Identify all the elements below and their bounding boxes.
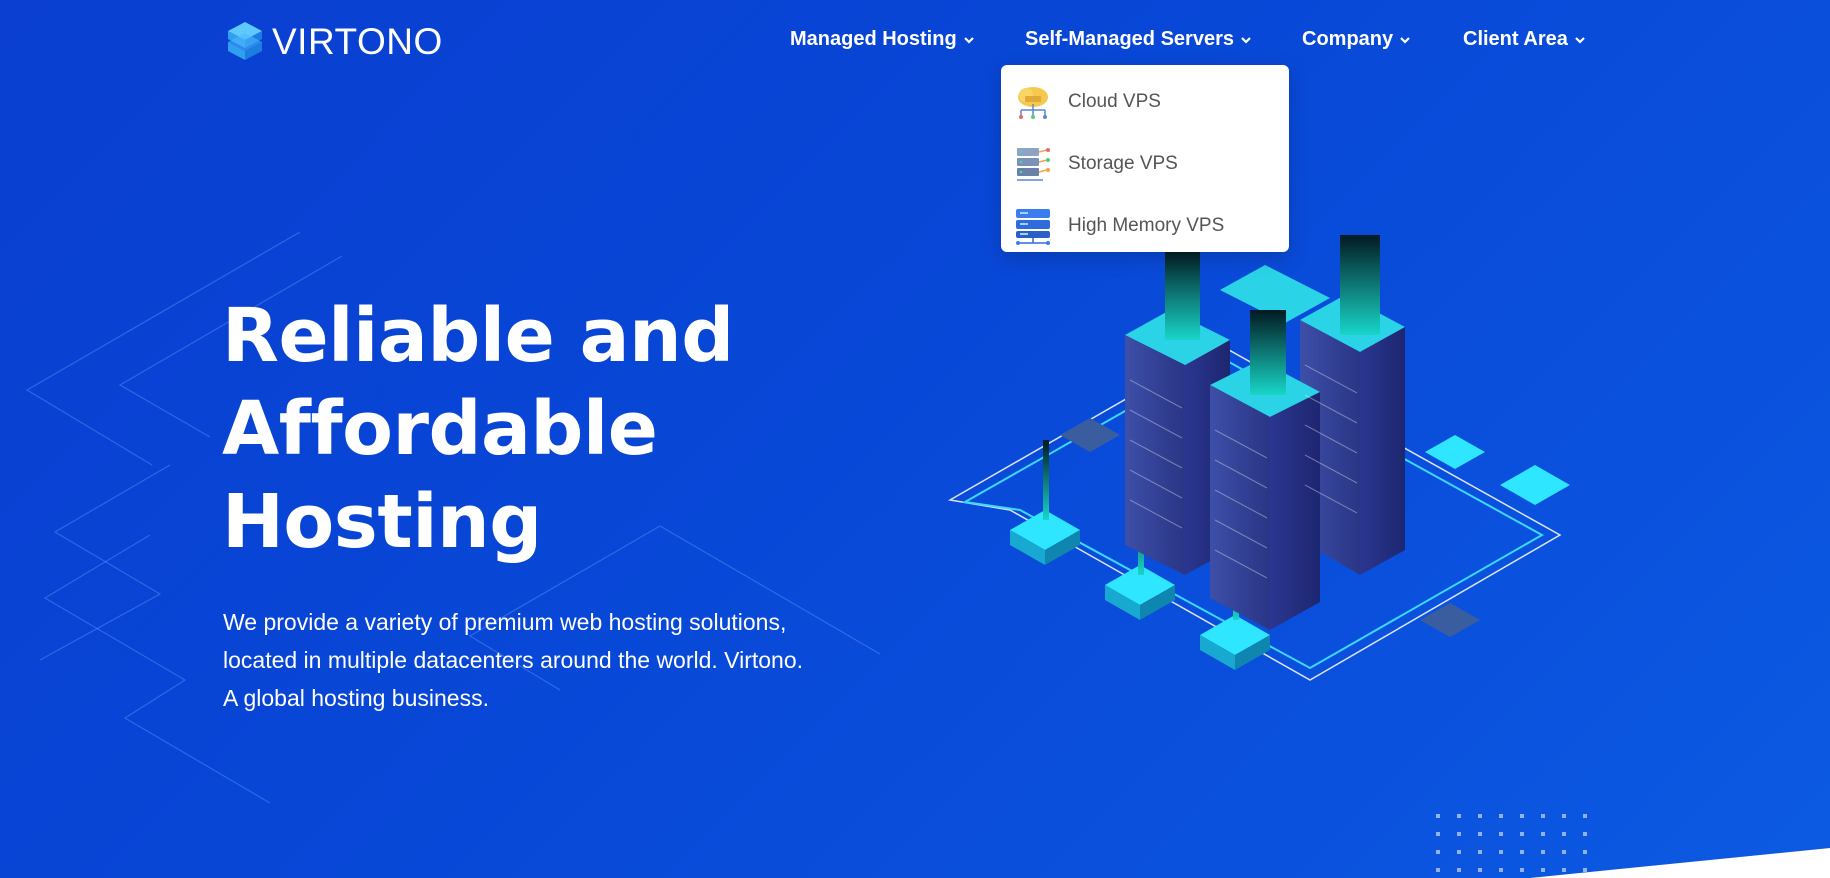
- hero-title: Reliable and Affordable Hosting: [222, 290, 922, 569]
- nav-self-managed-servers[interactable]: Self-Managed Servers: [1025, 28, 1252, 51]
- brand-logo[interactable]: VIRTONO: [226, 20, 443, 64]
- brand-name: VIRTONO: [272, 21, 443, 62]
- menu-item-cloud-vps[interactable]: Cloud VPS: [1001, 71, 1289, 133]
- corner-wave-decoration: [1530, 848, 1830, 878]
- nav-client-area[interactable]: Client Area: [1463, 28, 1586, 51]
- hero-title-line: Hosting: [222, 479, 542, 565]
- menu-item-storage-vps[interactable]: Storage VPS: [1001, 133, 1289, 195]
- menu-item-label: Storage VPS: [1068, 153, 1178, 174]
- hero-subtitle: We provide a variety of premium web host…: [223, 603, 923, 717]
- servers-dropdown-menu: Cloud VPS Storage VPS High Memory VPS: [1001, 65, 1289, 252]
- storage-server-icon: [1017, 148, 1050, 181]
- menu-item-label: High Memory VPS: [1068, 215, 1225, 236]
- stacked-layers-icon: [228, 22, 262, 60]
- menu-item-high-memory-vps[interactable]: High Memory VPS: [1001, 195, 1289, 257]
- nav-label: Managed Hosting: [790, 28, 957, 50]
- nav-managed-hosting[interactable]: Managed Hosting: [790, 28, 975, 51]
- chevron-down-icon: [1241, 36, 1251, 44]
- hero-subtitle-line: We provide a variety of premium web host…: [223, 609, 787, 635]
- nav-label: Self-Managed Servers: [1025, 28, 1234, 50]
- server-isometric-illustration: [947, 235, 1570, 681]
- memory-server-icon: [1016, 209, 1050, 245]
- hero-title-line: Reliable and: [222, 293, 734, 379]
- nav-label: Company: [1302, 28, 1394, 50]
- nav-company[interactable]: Company: [1302, 28, 1411, 51]
- menu-item-label: Cloud VPS: [1068, 91, 1161, 112]
- nav-label: Client Area: [1463, 28, 1568, 50]
- hero-subtitle-line: located in multiple datacenters around t…: [223, 647, 804, 673]
- chevron-down-icon: [963, 36, 974, 44]
- chevron-down-icon: [1575, 36, 1585, 44]
- hero-subtitle-line: A global hosting business.: [223, 685, 489, 711]
- hero-title-line: Affordable: [222, 386, 658, 472]
- chevron-down-icon: [1400, 36, 1410, 44]
- cloud-server-icon: [1018, 87, 1048, 119]
